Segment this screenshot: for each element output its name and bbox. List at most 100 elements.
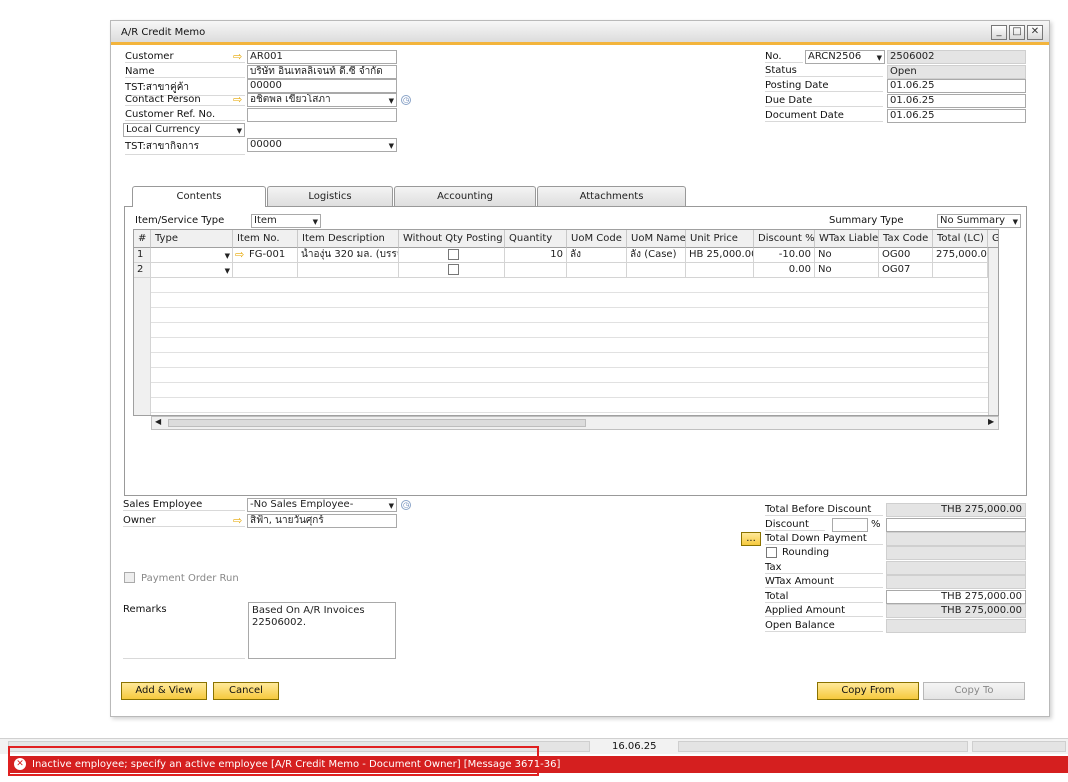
customer-ref-label: Customer Ref. No. xyxy=(125,109,245,121)
tab-logistics[interactable]: Logistics xyxy=(267,186,393,206)
uom-name-cell[interactable]: ลัง (Case) xyxy=(627,248,686,263)
tab-contents[interactable]: Contents xyxy=(132,186,266,207)
biz-branch-select[interactable]: 00000 xyxy=(247,138,397,152)
scroll-right-icon[interactable]: ▶ xyxy=(988,417,994,426)
sales-employee-select[interactable]: -No Sales Employee- xyxy=(247,498,397,512)
scroll-thumb[interactable] xyxy=(168,419,586,427)
copy-to-button[interactable]: Copy To xyxy=(923,682,1025,700)
total-down-payment-field xyxy=(886,532,1026,546)
applied-amount-field: THB 275,000.00 xyxy=(886,604,1026,618)
discount-amount-field[interactable] xyxy=(886,518,1026,532)
currency-select[interactable]: Local Currency xyxy=(123,123,245,137)
contact-person-select[interactable]: อชิตพล เขียวโสภา xyxy=(247,93,397,107)
horizontal-scrollbar[interactable]: ◀ ▶ xyxy=(151,416,999,430)
close-button[interactable]: ✕ xyxy=(1027,25,1043,40)
column-header[interactable]: UoM Name xyxy=(627,230,686,248)
vertical-scrollbar[interactable] xyxy=(988,248,998,415)
rounding-label: Rounding xyxy=(782,547,830,558)
item-description-cell[interactable] xyxy=(298,263,399,278)
discount-cell[interactable]: -10.00 xyxy=(754,248,815,263)
uom-name-cell[interactable] xyxy=(627,263,686,278)
copy-from-button[interactable]: Copy From xyxy=(817,682,919,700)
bp-branch-field[interactable]: 00000 xyxy=(247,79,397,93)
column-header[interactable]: G xyxy=(988,230,998,248)
posting-date-field[interactable]: 01.06.25 xyxy=(887,79,1026,93)
uom-code-cell[interactable]: ลัง xyxy=(567,248,627,263)
column-header[interactable]: Unit Price xyxy=(686,230,754,248)
payment-order-run-checkbox[interactable] xyxy=(124,572,135,583)
remarks-textarea[interactable]: Based On A/R Invoices 22506002. xyxy=(248,602,396,659)
minimize-button[interactable]: _ xyxy=(991,25,1007,40)
cancel-button[interactable]: Cancel xyxy=(213,682,279,700)
document-date-field[interactable]: 01.06.25 xyxy=(887,109,1026,123)
status-segment xyxy=(678,741,968,752)
summary-type-select[interactable]: No Summary xyxy=(937,214,1021,228)
item-type-select[interactable]: Item xyxy=(251,214,321,228)
tax-code-cell[interactable]: OG07 xyxy=(879,263,933,278)
row-type-select[interactable] xyxy=(151,263,233,278)
series-select[interactable]: ARCN2506 xyxy=(805,50,885,64)
column-header[interactable]: Type xyxy=(151,230,233,248)
column-header[interactable]: Quantity xyxy=(505,230,567,248)
owner-field[interactable]: สิฟ้า, นายวันศุกร์ xyxy=(247,514,397,528)
remarks-line: 22506002. xyxy=(252,617,307,628)
without-qty-cell[interactable] xyxy=(399,248,505,263)
total-field[interactable]: THB 275,000.00 xyxy=(886,590,1026,604)
column-header[interactable]: Total (LC) xyxy=(933,230,988,248)
info-icon[interactable]: ◷ xyxy=(401,500,411,510)
tab-attachments[interactable]: Attachments xyxy=(537,186,686,206)
column-header[interactable]: Without Qty Posting xyxy=(399,230,505,248)
total-lc-cell[interactable]: 275,000.00 xyxy=(933,248,988,263)
column-header[interactable]: Item No. xyxy=(233,230,298,248)
discount-cell[interactable]: 0.00 xyxy=(754,263,815,278)
quantity-cell[interactable]: 10 xyxy=(505,248,567,263)
name-field[interactable]: บริษัท อินเทลลิเจนท์ ดี.ซี่ จำกัด xyxy=(247,65,397,79)
item-no-cell[interactable] xyxy=(233,263,298,278)
unit-price-cell[interactable]: HB 25,000.00 xyxy=(686,248,754,263)
wtax-liable-cell[interactable]: No xyxy=(815,263,879,278)
column-header[interactable]: WTax Liable xyxy=(815,230,879,248)
item-description-cell[interactable]: น้ำองุ่น 320 มล. (บรรจุ xyxy=(298,248,399,263)
total-lc-cell[interactable] xyxy=(933,263,988,278)
link-arrow-icon[interactable]: ⇨ xyxy=(233,515,242,527)
error-icon: ✕ xyxy=(14,758,26,770)
column-header[interactable]: # xyxy=(134,230,151,248)
scroll-left-icon[interactable]: ◀ xyxy=(155,417,161,426)
column-header[interactable]: UoM Code xyxy=(567,230,627,248)
window-titlebar: A/R Credit Memo _ □ ✕ xyxy=(111,21,1049,45)
tab-accounting[interactable]: Accounting xyxy=(394,186,536,206)
info-icon[interactable]: ◷ xyxy=(401,95,411,105)
discount-percent-field[interactable] xyxy=(832,518,868,532)
status-segment xyxy=(972,741,1066,752)
link-arrow-icon[interactable]: ⇨ xyxy=(235,249,244,261)
row-header-strip xyxy=(134,278,151,415)
without-qty-cell[interactable] xyxy=(399,263,505,278)
column-header[interactable]: Discount % xyxy=(754,230,815,248)
due-date-field[interactable]: 01.06.25 xyxy=(887,94,1026,108)
document-date-label: Document Date xyxy=(765,110,883,122)
without-qty-checkbox[interactable] xyxy=(447,263,459,275)
without-qty-checkbox[interactable] xyxy=(447,248,459,260)
row-type-select[interactable] xyxy=(151,248,233,263)
column-header[interactable]: Item Description xyxy=(298,230,399,248)
link-arrow-icon[interactable]: ⇨ xyxy=(233,51,242,63)
tax-code-cell[interactable]: OG00 xyxy=(879,248,933,263)
customer-ref-field[interactable] xyxy=(247,108,397,122)
quantity-cell[interactable] xyxy=(505,263,567,278)
customer-field[interactable]: AR001 xyxy=(247,50,397,64)
error-message[interactable]: Inactive employee; specify an active emp… xyxy=(32,759,560,770)
add-view-button[interactable]: Add & View xyxy=(121,682,207,700)
system-date: 16.06.25 xyxy=(612,741,657,752)
total-before-discount-label: Total Before Discount xyxy=(765,504,883,516)
document-lines-table: # Type Item No. Item Description Without… xyxy=(133,229,999,416)
row-number[interactable]: 1 xyxy=(134,248,151,263)
rounding-checkbox[interactable] xyxy=(766,547,777,558)
link-arrow-icon[interactable]: ⇨ xyxy=(233,94,242,106)
row-number[interactable]: 2 xyxy=(134,263,151,278)
down-payment-button[interactable]: ... xyxy=(741,532,761,546)
column-header[interactable]: Tax Code xyxy=(879,230,933,248)
wtax-liable-cell[interactable]: No xyxy=(815,248,879,263)
unit-price-cell[interactable] xyxy=(686,263,754,278)
uom-code-cell[interactable] xyxy=(567,263,627,278)
maximize-button[interactable]: □ xyxy=(1009,25,1025,40)
